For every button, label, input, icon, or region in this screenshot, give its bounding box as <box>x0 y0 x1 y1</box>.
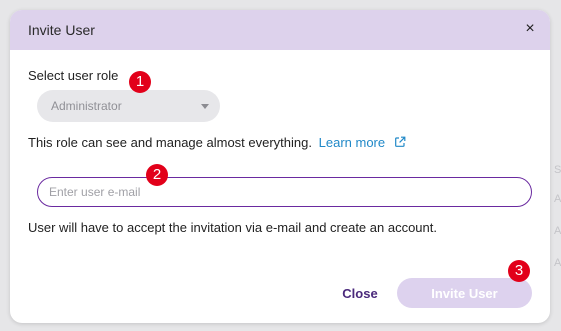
close-button[interactable]: Close <box>337 280 383 306</box>
background-text: A <box>554 257 561 269</box>
dialog-title: Invite User <box>28 22 95 38</box>
role-select[interactable]: Administrator <box>37 90 220 122</box>
background-text: A <box>554 225 561 237</box>
role-description-text: This role can see and manage almost ever… <box>28 135 312 150</box>
step-marker-2: 2 <box>146 164 168 186</box>
caret-down-icon <box>201 104 209 109</box>
step-marker-1: 1 <box>129 71 151 93</box>
invitation-note: User will have to accept the invitation … <box>28 220 437 235</box>
dialog-header: Invite User × <box>10 10 550 50</box>
background-text: S <box>554 164 561 176</box>
role-description: This role can see and manage almost ever… <box>28 135 406 151</box>
role-select-value: Administrator <box>51 99 122 113</box>
background-text: A <box>554 193 561 205</box>
learn-more-link[interactable]: Learn more <box>319 135 385 150</box>
close-icon[interactable]: × <box>522 20 538 38</box>
step-marker-3: 3 <box>508 260 530 282</box>
role-label: Select user role <box>28 68 119 83</box>
external-link-icon[interactable] <box>394 136 406 151</box>
email-input[interactable] <box>37 177 532 207</box>
invite-user-button[interactable]: Invite User <box>397 278 532 308</box>
invite-user-dialog: Invite User × Select user role Administr… <box>10 10 550 323</box>
